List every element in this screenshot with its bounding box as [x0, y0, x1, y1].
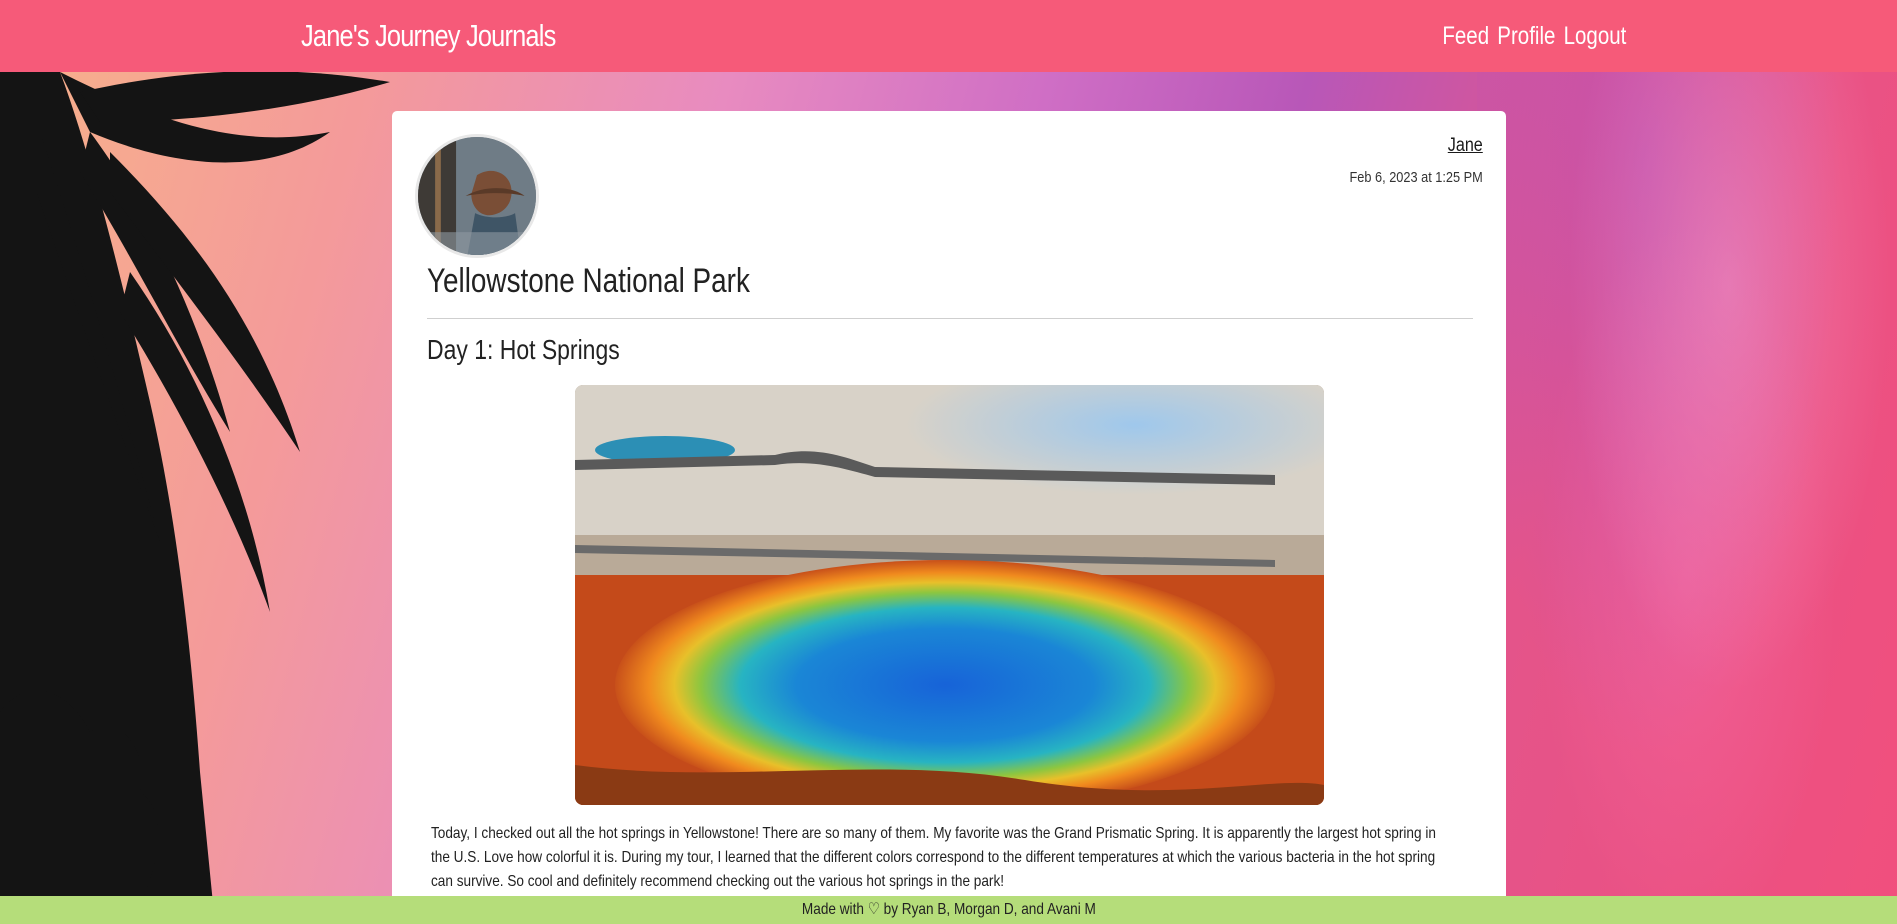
author-avatar[interactable]: [415, 134, 539, 258]
top-navbar: Jane's Journey Journals Feed Profile Log…: [0, 0, 1897, 72]
author-link[interactable]: Jane: [1350, 135, 1483, 157]
nav-profile-link[interactable]: Profile: [1497, 22, 1555, 51]
nav-links: Feed Profile Logout: [1442, 0, 1626, 72]
post-title: Yellowstone National Park: [427, 262, 750, 300]
nav-feed-link[interactable]: Feed: [1442, 22, 1489, 51]
site-brand[interactable]: Jane's Journey Journals: [301, 0, 556, 72]
entry-title: Day 1: Hot Springs: [427, 334, 620, 365]
hot-spring-photo: [575, 385, 1324, 805]
post-card: Jane Feb 6, 2023 at 1:25 PM Yellowstone …: [392, 111, 1506, 924]
post-date: Feb 6, 2023 at 1:25 PM: [1349, 169, 1483, 186]
footer: Made with ♡ by Ryan B, Morgan D, and Ava…: [0, 896, 1897, 924]
entry-body: Today, I checked out all the hot springs…: [431, 825, 1436, 890]
sunset-clouds-background: [1477, 72, 1897, 924]
title-divider: [427, 318, 1473, 319]
palm-tree-background: [0, 72, 420, 924]
footer-credits: Made with ♡ by Ryan B, Morgan D, and Ava…: [801, 901, 1096, 918]
post-author-block: Jane Feb 6, 2023 at 1:25 PM: [1326, 135, 1483, 186]
nav-logout-link[interactable]: Logout: [1563, 22, 1626, 51]
